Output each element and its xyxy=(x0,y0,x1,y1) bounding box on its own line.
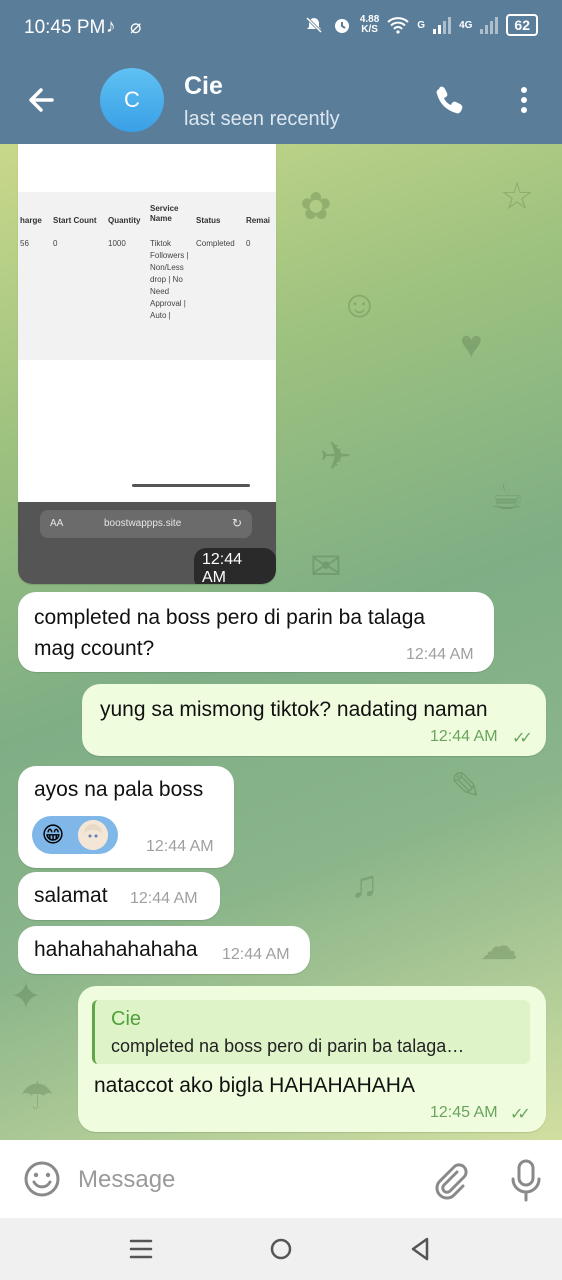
status-bar: 10:45 PM ♪ ⌀ 4.88 K/S G 4G 62 xyxy=(0,0,562,56)
reply-author: Cie xyxy=(111,1008,142,1030)
doodle-decoration: ✉ xyxy=(310,546,342,588)
wifi-icon xyxy=(387,17,409,34)
table-header: Status xyxy=(196,216,221,225)
network-4g-label: 4G xyxy=(459,19,473,31)
table-header: Remai xyxy=(246,216,271,225)
back-arrow-icon[interactable] xyxy=(24,82,60,118)
battery-indicator: 62 xyxy=(506,14,538,36)
double-check-icon: ✓✓ xyxy=(512,730,533,747)
table-cell: Tiktok Followers | Non/Less drop | No Ne… xyxy=(150,239,189,320)
microphone-icon[interactable] xyxy=(506,1158,546,1202)
image-message[interactable]: harge Start Count Quantity Service Name … xyxy=(18,144,276,584)
table-cell: 0 xyxy=(246,239,251,248)
message-text: nataccot ako bigla HAHAHAHAHA xyxy=(94,1074,415,1097)
tiktok-icon: ♪ xyxy=(106,16,116,37)
message-text: salamat xyxy=(34,884,108,907)
outgoing-message[interactable]: Cie completed na boss pero di parin ba t… xyxy=(78,986,546,1132)
emoji-icon[interactable] xyxy=(22,1159,62,1199)
doodle-decoration: ☁ xyxy=(480,926,518,968)
network-g-label: G xyxy=(417,19,426,31)
phone-icon[interactable] xyxy=(432,82,468,118)
incoming-message[interactable]: hahahahahahaha 12:44 AM xyxy=(18,926,310,974)
message-text: ayos na pala boss xyxy=(34,778,204,801)
doodle-decoration: ✿ xyxy=(300,186,332,228)
doodle-decoration: ♫ xyxy=(350,864,379,906)
message-text: hahahahahahaha xyxy=(34,938,198,961)
message-time: 12:44 AM xyxy=(146,838,214,855)
message-input[interactable] xyxy=(78,1160,408,1200)
chat-header: C Cie last seen recently xyxy=(0,56,562,144)
text-size-label: AA xyxy=(50,518,64,529)
chat-messages-area[interactable]: ✿ ☆ ☺ ♥ ✈ ☕ ✉ ✎ ♫ ☁ ✦ ☂ harge Start Coun… xyxy=(0,144,562,1140)
message-composer xyxy=(0,1140,562,1218)
incoming-message[interactable]: ayos na pala boss 😁 12:44 AM xyxy=(18,766,234,868)
last-seen-status: last seen recently xyxy=(184,108,340,130)
signal-icon xyxy=(433,16,452,34)
grinning-face-emoji: 😁 xyxy=(41,822,65,847)
message-text: yung sa mismong tiktok? nadating naman xyxy=(100,698,488,721)
emoji-reactions: 😁 xyxy=(32,816,118,854)
reload-icon: ↻ xyxy=(231,516,242,530)
screenshot-url-field: AA boostwappps.site ↻ xyxy=(40,510,252,538)
message-time: 12:44 AM xyxy=(130,890,198,907)
message-time: 12:44 AM xyxy=(406,646,474,663)
doodle-decoration: ✎ xyxy=(450,766,482,808)
status-icons: 4.88 K/S G 4G 62 xyxy=(304,14,538,36)
table-header: Quantity xyxy=(108,216,141,225)
signal-icon xyxy=(480,16,499,34)
doodle-decoration: ✦ xyxy=(10,976,42,1018)
message-time: 12:44 AM xyxy=(430,728,498,745)
doodle-decoration: ☂ xyxy=(20,1076,55,1118)
table-cell: 1000 xyxy=(108,239,126,248)
incoming-message[interactable]: completed na boss pero di parin ba talag… xyxy=(18,592,494,672)
home-icon[interactable] xyxy=(268,1236,294,1262)
message-time: 12:44 AM xyxy=(194,548,276,584)
attach-icon[interactable] xyxy=(430,1160,470,1200)
divider xyxy=(132,484,250,487)
reply-quote[interactable]: Cie completed na boss pero di parin ba t… xyxy=(92,1000,530,1064)
alarm-icon xyxy=(334,19,349,33)
doodle-decoration: ☺ xyxy=(340,284,379,326)
doodle-decoration: ♥ xyxy=(460,324,483,366)
table-cell: 56 xyxy=(20,239,29,248)
more-options-icon[interactable] xyxy=(512,82,536,118)
avatar[interactable]: C xyxy=(100,68,164,132)
double-check-icon: ✓✓ xyxy=(510,1106,531,1123)
doodle-decoration: ☕ xyxy=(490,476,525,518)
network-speed: 4.88 K/S xyxy=(359,14,380,35)
url-text: boostwappps.site xyxy=(104,518,182,529)
status-time: 10:45 PM xyxy=(24,17,106,38)
paperclip-icon: ⌀ xyxy=(130,17,142,38)
message-time: 12:44 AM xyxy=(222,946,290,963)
table-cell: Completed xyxy=(196,239,235,248)
table-header: Start Count xyxy=(53,216,97,225)
table-header: Service Name xyxy=(150,204,179,223)
outgoing-message[interactable]: yung sa mismong tiktok? nadating naman 1… xyxy=(82,684,546,756)
doodle-decoration: ☆ xyxy=(500,176,535,218)
system-navigation-bar xyxy=(0,1218,562,1280)
message-time: 12:45 AM xyxy=(430,1104,498,1121)
incoming-message[interactable]: salamat 12:44 AM xyxy=(18,872,220,920)
mute-icon xyxy=(305,16,322,34)
recent-apps-icon[interactable] xyxy=(128,1236,154,1262)
table-cell: 0 xyxy=(53,239,58,248)
chat-title[interactable]: Cie xyxy=(184,72,223,101)
screenshot-order-table: harge Start Count Quantity Service Name … xyxy=(18,192,276,360)
message-text: completed na boss pero di parin ba talag… xyxy=(34,606,426,660)
table-header: harge xyxy=(20,216,42,225)
anime-avatar-emoji xyxy=(78,820,108,850)
doodle-decoration: ✈ xyxy=(320,436,352,478)
reply-text: completed na boss pero di parin ba talag… xyxy=(111,1036,465,1056)
back-triangle-icon[interactable] xyxy=(408,1236,434,1262)
